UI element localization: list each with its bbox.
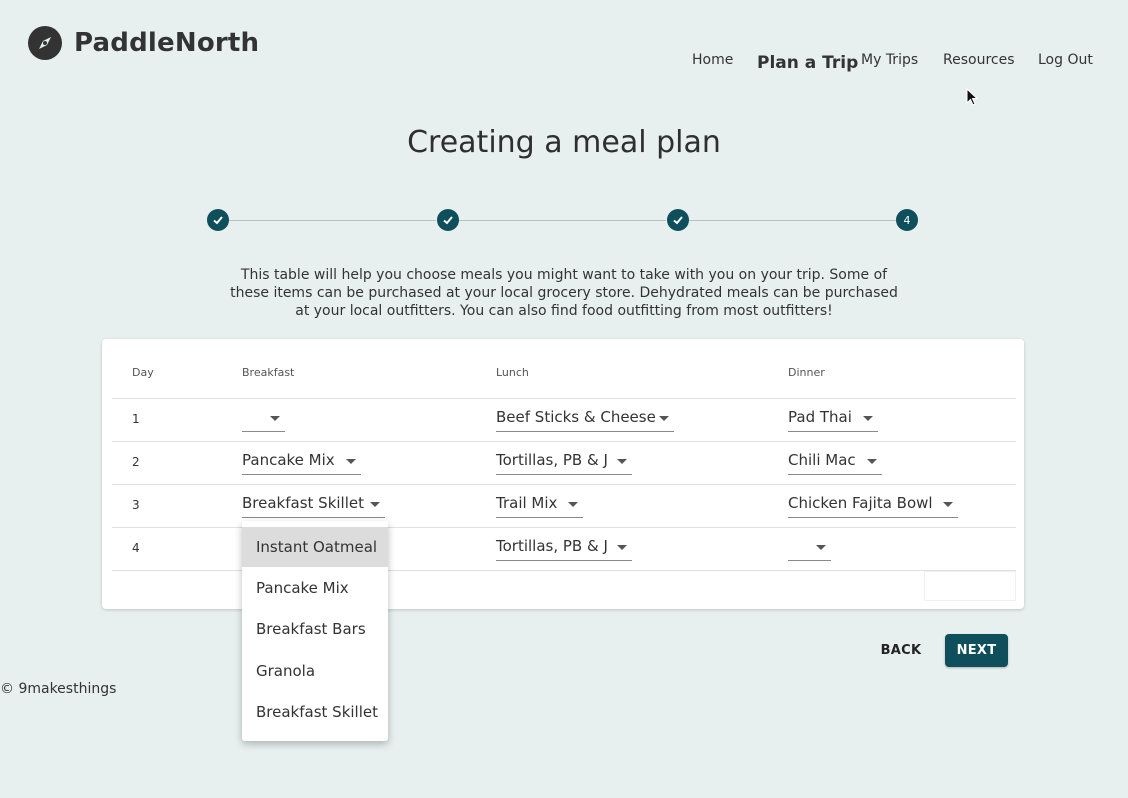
step-connector <box>229 220 436 221</box>
dropdown-arrow-icon <box>568 502 578 507</box>
menu-option-granola[interactable]: Granola <box>242 651 388 691</box>
dinner-select-day-3[interactable]: Chicken Fajita Bowl <box>788 493 958 518</box>
lunch-select-day-2[interactable]: Tortillas, PB & J <box>496 450 632 475</box>
progress-stepper: 4 <box>0 209 1128 233</box>
lunch-select-day-1[interactable]: Beef Sticks & Cheese <box>496 407 674 432</box>
dinner-select-day-4[interactable] <box>788 536 831 561</box>
dropdown-arrow-icon <box>816 545 826 550</box>
step-3-complete <box>667 209 689 231</box>
dropdown-arrow-icon <box>867 459 877 464</box>
row-divider <box>112 484 1016 485</box>
breakfast-select-day-1[interactable] <box>242 407 285 432</box>
day-cell: 1 <box>132 412 140 426</box>
header-lunch: Lunch <box>496 366 529 379</box>
nav-home[interactable]: Home <box>692 52 733 68</box>
breakfast-select-day-3[interactable]: Breakfast Skillet <box>242 493 385 518</box>
breakfast-dropdown-menu: Instant Oatmeal Pancake Mix Breakfast Ba… <box>242 521 388 741</box>
page-title: Creating a meal plan <box>407 125 721 160</box>
header-day: Day <box>132 366 154 379</box>
menu-option-breakfast-skillet[interactable]: Breakfast Skillet <box>242 692 388 732</box>
row-divider <box>112 441 1016 442</box>
day-cell: 3 <box>132 498 140 512</box>
dinner-select-day-1[interactable]: Pad Thai <box>788 407 878 432</box>
breakfast-select-day-2[interactable]: Pancake Mix <box>242 450 361 475</box>
lunch-select-day-3[interactable]: Trail Mix <box>496 493 583 518</box>
nav-plan-a-trip[interactable]: Plan a Trip <box>757 53 858 73</box>
lunch-select-day-4[interactable]: Tortillas, PB & J <box>496 536 632 561</box>
step-1-complete <box>207 209 229 231</box>
next-button[interactable]: NEXT <box>945 634 1008 667</box>
dropdown-arrow-icon <box>863 416 873 421</box>
table-footer-box <box>924 571 1016 601</box>
check-icon <box>443 216 453 225</box>
dropdown-arrow-icon <box>617 459 627 464</box>
step-4-current: 4 <box>896 209 918 231</box>
nav-resources[interactable]: Resources <box>943 52 1015 68</box>
nav-log-out[interactable]: Log Out <box>1038 52 1093 68</box>
dropdown-arrow-icon <box>659 416 669 421</box>
check-icon <box>673 216 683 225</box>
step-connector <box>459 220 666 221</box>
row-divider <box>112 398 1016 399</box>
intro-text: This table will help you choose meals yo… <box>230 267 898 319</box>
menu-option-breakfast-bars[interactable]: Breakfast Bars <box>242 609 388 649</box>
header-dinner: Dinner <box>788 366 825 379</box>
check-icon <box>213 216 223 225</box>
dropdown-arrow-icon <box>617 545 627 550</box>
day-cell: 4 <box>132 541 140 555</box>
step-2-complete <box>437 209 459 231</box>
dinner-select-day-2[interactable]: Chili Mac <box>788 450 882 475</box>
dropdown-arrow-icon <box>270 416 280 421</box>
header-breakfast: Breakfast <box>242 366 295 379</box>
dropdown-arrow-icon <box>346 459 356 464</box>
dropdown-arrow-icon <box>943 502 953 507</box>
menu-option-instant-oatmeal[interactable]: Instant Oatmeal <box>242 527 388 567</box>
top-nav: Home Plan a Trip My Trips Resources Log … <box>0 52 1128 76</box>
back-button[interactable]: BACK <box>870 634 932 667</box>
mouse-cursor-icon <box>966 87 980 112</box>
menu-option-pancake-mix[interactable]: Pancake Mix <box>242 568 388 608</box>
day-cell: 2 <box>132 455 140 469</box>
dropdown-arrow-icon <box>370 502 380 507</box>
step-connector <box>689 220 896 221</box>
footer-copyright: © 9makesthings <box>0 681 117 697</box>
meal-plan-table: Day Breakfast Lunch Dinner 1 Beef Sticks… <box>102 339 1024 609</box>
nav-my-trips[interactable]: My Trips <box>861 52 918 68</box>
